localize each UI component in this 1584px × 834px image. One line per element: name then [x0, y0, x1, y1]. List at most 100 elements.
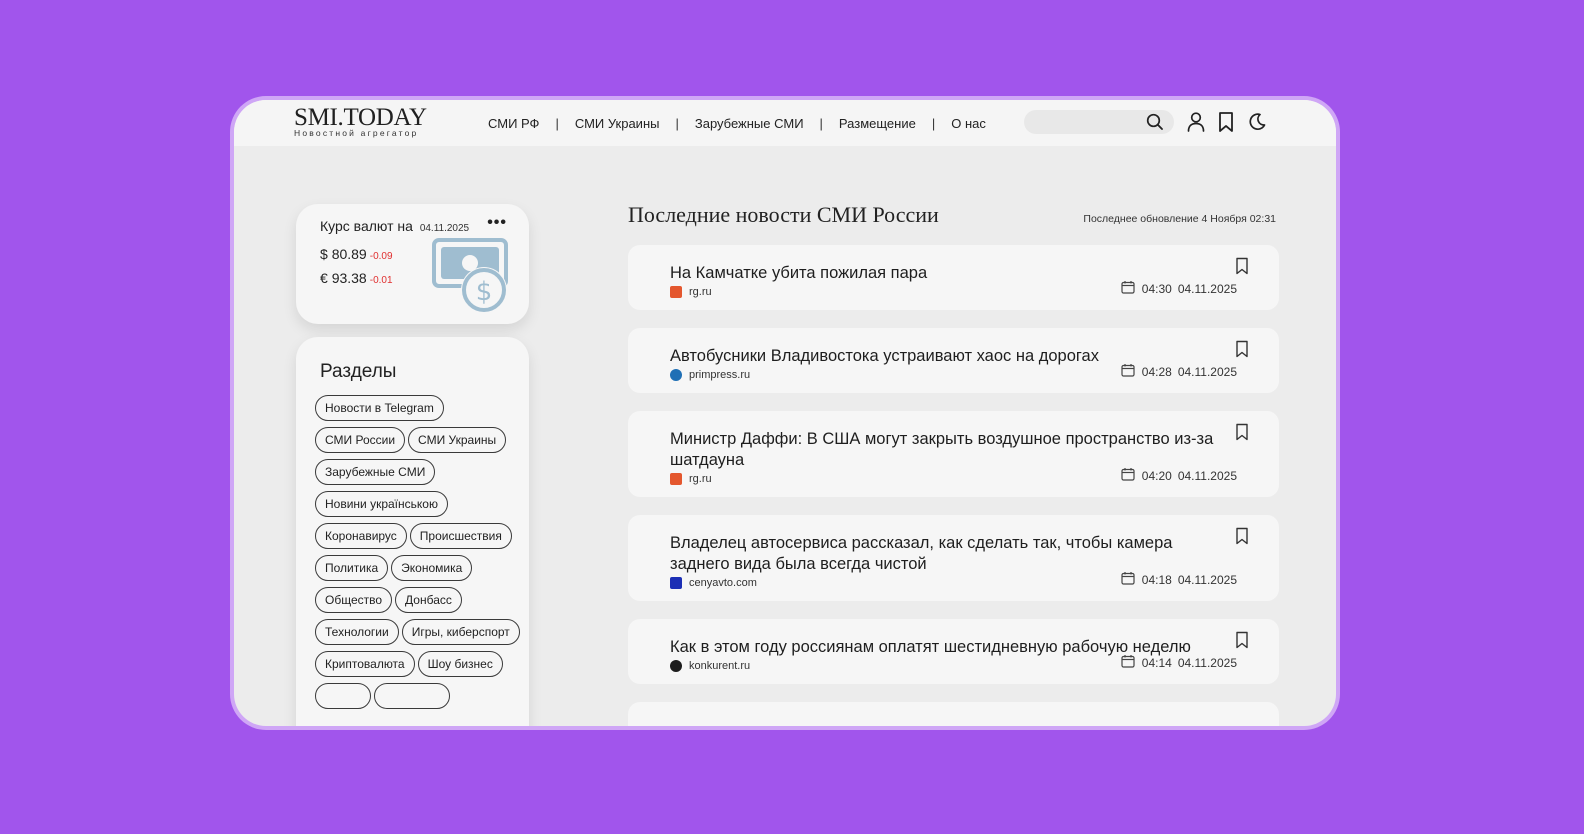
moon-icon[interactable] [1247, 111, 1267, 138]
news-source-name: konkurent.ru [689, 660, 751, 672]
news-time: 04:14 [1141, 655, 1172, 670]
nav-item-about[interactable]: О нас [951, 116, 986, 131]
news-date: 04.11.2025 [1177, 281, 1237, 296]
currency-change: -0.01 [369, 275, 393, 286]
nav-separator: | [931, 115, 936, 131]
logo-title: SMI.TODAY [294, 104, 427, 131]
tag-donbass[interactable]: Донбасс [395, 587, 462, 613]
logo[interactable]: SMI.TODAY Новостной агрегатор [294, 104, 427, 138]
nav-item-smi-rf[interactable]: СМИ РФ [488, 116, 539, 131]
news-item[interactable]: На Камчатке убита пожилая пара rg.ru 04:… [628, 245, 1279, 310]
bookmark-icon[interactable] [1235, 257, 1249, 280]
tag-ukrainian-news[interactable]: Новини українською [315, 491, 448, 517]
news-datetime: 04:14 04.11.2025 [1121, 654, 1237, 671]
news-title[interactable]: Министр Даффи: В США могут закрыть возду… [670, 429, 1235, 471]
nav-item-smi-ukraine[interactable]: СМИ Украины [575, 116, 660, 131]
search-input[interactable] [1024, 110, 1154, 134]
main-nav: СМИ РФ | СМИ Украины | Зарубежные СМИ | … [488, 100, 986, 146]
tag-economy[interactable]: Экономика [391, 555, 473, 581]
tag-smi-russia[interactable]: СМИ России [315, 427, 406, 453]
news-list: На Камчатке убита пожилая пара rg.ru 04:… [628, 245, 1279, 726]
logo-subtitle: Новостной агрегатор [294, 128, 419, 138]
currency-symbol: € [320, 270, 328, 286]
calendar-icon [1121, 467, 1135, 484]
tag-smi-ukraine[interactable]: СМИ Украины [408, 427, 507, 453]
search-icon[interactable] [1146, 113, 1164, 136]
bookmark-icon[interactable] [1235, 340, 1249, 363]
tag-society[interactable]: Общество [315, 587, 393, 613]
news-date: 04.11.2025 [1177, 468, 1237, 483]
currency-widget: Курс валют на 04.11.2025 ••• $ 80.89 -0.0… [296, 204, 529, 324]
news-datetime: 04:18 04.11.2025 [1121, 571, 1237, 588]
tag-partial[interactable] [315, 683, 371, 709]
news-datetime: 04:28 04.11.2025 [1121, 363, 1237, 380]
news-item[interactable]: Министр Даффи: В США могут закрыть возду… [628, 411, 1279, 497]
bookmark-icon[interactable] [1235, 527, 1249, 550]
tag-incidents[interactable]: Происшествия [409, 523, 512, 549]
news-time: 04:28 [1141, 364, 1172, 379]
source-logo-icon [670, 369, 682, 381]
news-source-name: rg.ru [689, 473, 712, 485]
news-source-name: cenyavto.com [689, 577, 757, 589]
tag-crypto[interactable]: Криптовалюта [315, 651, 415, 677]
news-item[interactable]: Автобусники Владивостока устраивают хаос… [628, 328, 1279, 393]
tag-games-esports[interactable]: Игры, киберспорт [401, 619, 520, 645]
tag-showbiz[interactable]: Шоу бизнес [417, 651, 503, 677]
news-title[interactable]: Владелец автосервиса рассказал, как сдел… [670, 533, 1235, 575]
calendar-icon [1121, 654, 1135, 671]
currency-symbol: $ [320, 246, 328, 262]
browser-frame: SMI.TODAY Новостной агрегатор СМИ РФ | С… [230, 96, 1340, 730]
news-source-name: rg.ru [689, 286, 712, 298]
last-updated: Последнее обновление 4 Ноября 02:31 [1083, 213, 1276, 225]
source-logo-icon [670, 286, 682, 298]
svg-text:$: $ [476, 277, 493, 307]
nav-item-foreign-smi[interactable]: Зарубежные СМИ [695, 116, 804, 131]
user-icon[interactable] [1186, 111, 1206, 138]
source-logo-icon [670, 660, 682, 672]
calendar-icon [1121, 363, 1135, 380]
nav-separator: | [675, 115, 679, 131]
currency-value: 80.89 [331, 246, 367, 262]
more-icon[interactable]: ••• [487, 214, 507, 232]
bookmark-icon[interactable] [1217, 111, 1235, 138]
news-date: 04.11.2025 [1177, 572, 1237, 587]
currency-value: 93.38 [331, 270, 367, 286]
sections-title: Разделы [320, 361, 397, 382]
news-item[interactable]: Как в этом году россиянам оплатят шестид… [628, 619, 1279, 684]
tag-coronavirus[interactable]: Коронавирус [315, 523, 407, 549]
currency-rate-usd: $ 80.89 -0.09 [320, 246, 393, 262]
tag-technology[interactable]: Технологии [315, 619, 399, 645]
tag-politics[interactable]: Политика [315, 555, 389, 581]
currency-title-text: Курс валют на [320, 218, 413, 234]
nav-item-placement[interactable]: Размещение [839, 116, 916, 131]
currency-rate-eur: € 93.38 -0.01 [320, 270, 393, 286]
tag-foreign-smi[interactable]: Зарубежные СМИ [315, 459, 436, 485]
sections-tags: Новости в Telegram СМИ России СМИ Украин… [315, 395, 527, 709]
news-datetime: 04:20 04.11.2025 [1121, 467, 1237, 484]
source-logo-icon [670, 577, 682, 589]
page-window: SMI.TODAY Новостной агрегатор СМИ РФ | С… [234, 100, 1336, 726]
currency-change: -0.09 [369, 251, 393, 262]
nav-separator: | [555, 115, 559, 131]
sections-widget: Разделы Новости в Telegram СМИ России СМ… [296, 337, 529, 726]
news-source-name: primpress.ru [689, 369, 751, 381]
calendar-icon [1121, 280, 1135, 297]
tag-partial[interactable] [374, 683, 450, 709]
news-time: 04:30 [1141, 281, 1172, 296]
news-date: 04.11.2025 [1177, 655, 1237, 670]
currency-date: 04.11.2025 [419, 223, 470, 234]
search-box [1024, 110, 1174, 134]
bookmark-icon[interactable] [1235, 631, 1249, 654]
news-item[interactable]: Владелец автосервиса рассказал, как сдел… [628, 515, 1279, 601]
money-icon: $ [432, 238, 512, 321]
bookmark-icon[interactable] [1235, 423, 1249, 446]
page-title: Последние новости СМИ России [628, 202, 939, 227]
header: SMI.TODAY Новостной агрегатор СМИ РФ | С… [234, 100, 1336, 146]
news-time: 04:18 [1141, 572, 1172, 587]
news-datetime: 04:30 04.11.2025 [1121, 280, 1237, 297]
news-item[interactable] [628, 702, 1279, 726]
source-logo-icon [670, 473, 682, 485]
calendar-icon [1121, 571, 1135, 588]
currency-title: Курс валют на 04.11.2025 [320, 218, 469, 234]
tag-telegram-news[interactable]: Новости в Telegram [315, 395, 444, 421]
